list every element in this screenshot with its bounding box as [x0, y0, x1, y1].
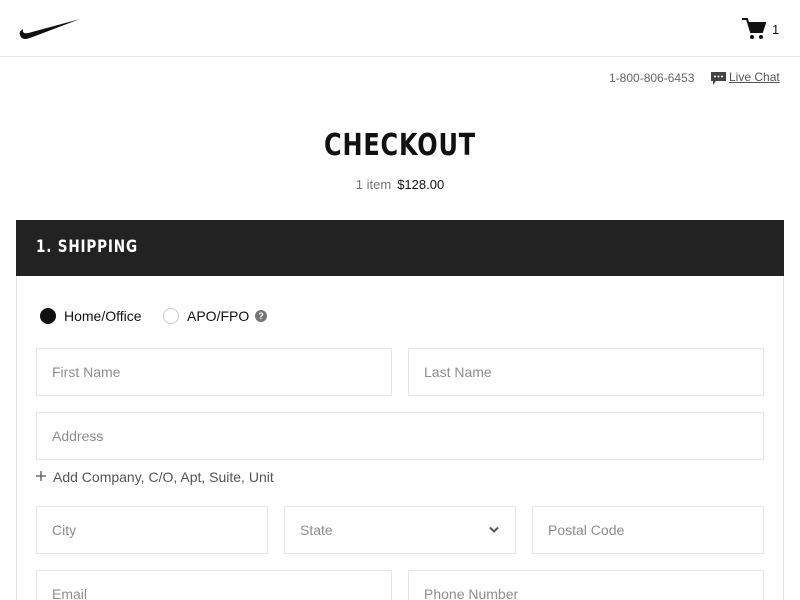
live-chat-link[interactable]: Live Chat — [729, 70, 780, 84]
section-title: 1. SHIPPING — [36, 237, 138, 257]
item-count: 1 item — [355, 177, 392, 192]
order-summary: 1 item $128.00 — [0, 177, 800, 192]
postal-code-placeholder: Postal Code — [548, 522, 625, 538]
postal-code-field[interactable]: Postal Code — [532, 506, 764, 554]
cart-count-badge[interactable]: 1 — [772, 22, 779, 37]
city-placeholder: City — [52, 522, 77, 538]
question-icon[interactable]: ? — [255, 310, 267, 322]
home-office-radio[interactable] — [40, 308, 56, 324]
apo-fpo-radio[interactable] — [163, 308, 179, 324]
utility-bar: 1-800-806-6453 Live Chat — [0, 70, 800, 86]
state-select[interactable]: State — [284, 506, 516, 554]
home-office-label[interactable]: Home/Office — [64, 308, 142, 324]
email-placeholder: Email — [52, 586, 88, 600]
phone-number-placeholder: Phone Number — [424, 586, 519, 600]
last-name-placeholder: Last Name — [424, 364, 492, 380]
add-company-link[interactable]: Add Company, C/O, Apt, Suite, Unit — [53, 469, 274, 485]
chevron-down-icon — [489, 526, 499, 533]
page-title: CHECKOUT — [324, 128, 476, 163]
first-name-field[interactable]: First Name — [36, 348, 392, 396]
plus-icon[interactable] — [36, 471, 46, 481]
email-field[interactable]: Email — [36, 570, 392, 600]
cart-icon[interactable] — [742, 18, 766, 40]
shipping-section-header[interactable]: 1. SHIPPING — [16, 220, 784, 276]
phone-number-field[interactable]: Phone Number — [408, 570, 764, 600]
address-field[interactable]: Address — [36, 412, 764, 460]
city-field[interactable]: City — [36, 506, 268, 554]
top-navigation-bar: 1 — [0, 0, 800, 57]
chat-bubble-icon[interactable] — [711, 72, 726, 85]
state-placeholder: State — [300, 522, 333, 538]
nike-swoosh-icon[interactable] — [19, 18, 81, 40]
address-placeholder: Address — [52, 428, 104, 444]
order-total: $128.00 — [397, 177, 445, 192]
apo-fpo-label[interactable]: APO/FPO — [187, 308, 249, 324]
support-phone-number: 1-800-806-6453 — [609, 71, 695, 85]
first-name-placeholder: First Name — [52, 364, 121, 380]
last-name-field[interactable]: Last Name — [408, 348, 764, 396]
